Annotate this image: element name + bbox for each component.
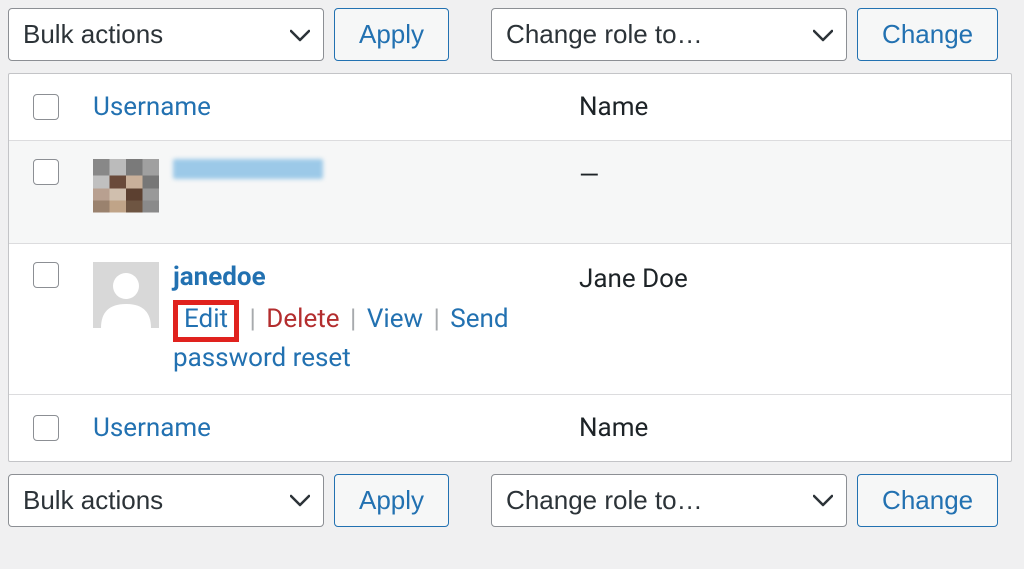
bulk-actions-select-wrap-bottom: Bulk actions (8, 474, 324, 527)
change-button-bottom[interactable]: Change (857, 474, 998, 527)
table-row: — (9, 140, 1011, 243)
change-role-select[interactable]: Change role to… (491, 8, 847, 61)
apply-button-bottom[interactable]: Apply (334, 474, 449, 527)
bottom-toolbar: Bulk actions Apply Change role to… Chang… (8, 474, 1016, 527)
column-footer-name: Name (579, 413, 648, 443)
column-header-name: Name (579, 92, 648, 122)
select-all-checkbox-bottom[interactable] (33, 415, 59, 441)
avatar (93, 159, 159, 225)
edit-highlight-box: Edit (173, 300, 239, 342)
table-footer: Username Name (9, 394, 1011, 461)
row-checkbox[interactable] (33, 159, 59, 185)
column-header-username[interactable]: Username (93, 92, 211, 122)
username-link[interactable] (173, 159, 323, 179)
change-role-select-wrap-bottom: Change role to… (491, 474, 847, 527)
select-all-cell (33, 415, 93, 441)
select-all-checkbox[interactable] (33, 94, 59, 120)
apply-button[interactable]: Apply (334, 8, 449, 61)
table-header: Username Name (9, 74, 1011, 140)
change-role-select-wrap: Change role to… (491, 8, 847, 61)
column-footer-username[interactable]: Username (93, 413, 211, 443)
row-actions: Edit | Delete | View | Send password res… (173, 300, 579, 376)
name-cell: — (579, 161, 599, 191)
avatar (93, 262, 159, 328)
view-link[interactable]: View (367, 304, 423, 334)
delete-link[interactable]: Delete (266, 304, 339, 334)
change-role-select-bottom[interactable]: Change role to… (491, 474, 847, 527)
bulk-actions-select-wrap: Bulk actions (8, 8, 324, 61)
table-row: janedoe Edit | Delete | View | Send pass… (9, 243, 1011, 394)
select-all-cell (33, 94, 93, 120)
bulk-actions-select-bottom[interactable]: Bulk actions (8, 474, 324, 527)
users-table: Username Name — (8, 73, 1012, 462)
top-toolbar: Bulk actions Apply Change role to… Chang… (8, 8, 1016, 61)
edit-link[interactable]: Edit (184, 304, 228, 334)
bulk-actions-select[interactable]: Bulk actions (8, 8, 324, 61)
username-link[interactable]: janedoe (173, 262, 579, 292)
name-cell: Jane Doe (579, 264, 688, 294)
row-checkbox[interactable] (33, 262, 59, 288)
change-button[interactable]: Change (857, 8, 998, 61)
